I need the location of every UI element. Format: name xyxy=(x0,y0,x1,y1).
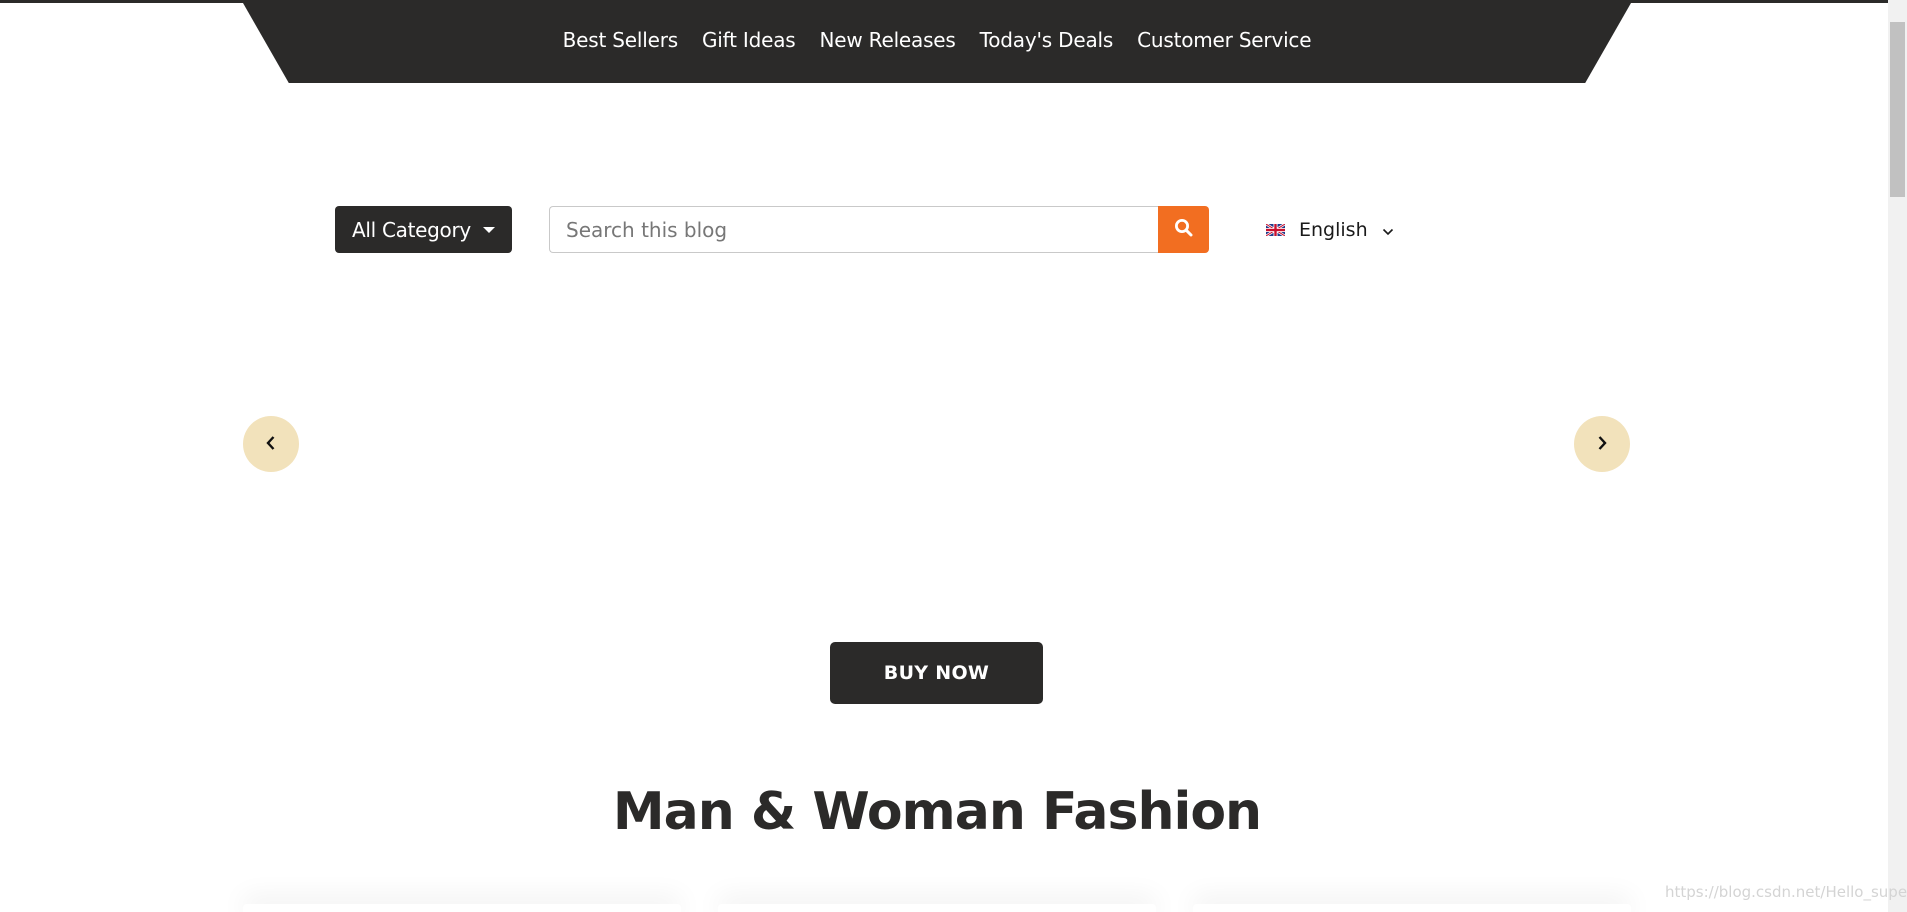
buy-now-button[interactable]: BUY NOW xyxy=(830,642,1043,704)
nav-customer-service[interactable]: Customer Service xyxy=(1137,28,1311,52)
product-card[interactable] xyxy=(718,904,1156,912)
uk-flag-icon xyxy=(1266,224,1285,236)
nav-new-releases[interactable]: New Releases xyxy=(819,28,955,52)
language-selector[interactable]: English xyxy=(1266,218,1394,242)
product-card[interactable] xyxy=(1193,904,1631,912)
chevron-down-icon xyxy=(1382,219,1394,241)
watermark: https://blog.csdn.net/Hello_super xyxy=(1665,883,1907,901)
carousel-next-button[interactable] xyxy=(1574,416,1630,472)
nav-gift-ideas[interactable]: Gift Ideas xyxy=(702,28,796,52)
top-border xyxy=(0,0,1888,3)
section-title: Man & Woman Fashion xyxy=(612,782,1262,842)
search-button[interactable] xyxy=(1158,206,1209,253)
search-icon xyxy=(1174,218,1194,241)
chevron-right-icon xyxy=(1596,435,1608,454)
page-scrollbar[interactable] xyxy=(1888,0,1907,912)
nav-best-sellers[interactable]: Best Sellers xyxy=(563,28,679,52)
scrollbar-thumb[interactable] xyxy=(1890,22,1905,197)
search-input[interactable] xyxy=(549,206,1159,253)
product-card[interactable] xyxy=(243,904,681,912)
carousel-prev-button[interactable] xyxy=(243,416,299,472)
category-label: All Category xyxy=(352,217,471,242)
category-dropdown-button[interactable]: All Category xyxy=(335,206,512,253)
language-label: English xyxy=(1299,219,1368,241)
caret-down-icon xyxy=(482,226,495,233)
nav-todays-deals[interactable]: Today's Deals xyxy=(980,28,1114,52)
main-nav: Best Sellers Gift Ideas New Releases Tod… xyxy=(243,3,1631,83)
chevron-left-icon xyxy=(265,435,277,454)
